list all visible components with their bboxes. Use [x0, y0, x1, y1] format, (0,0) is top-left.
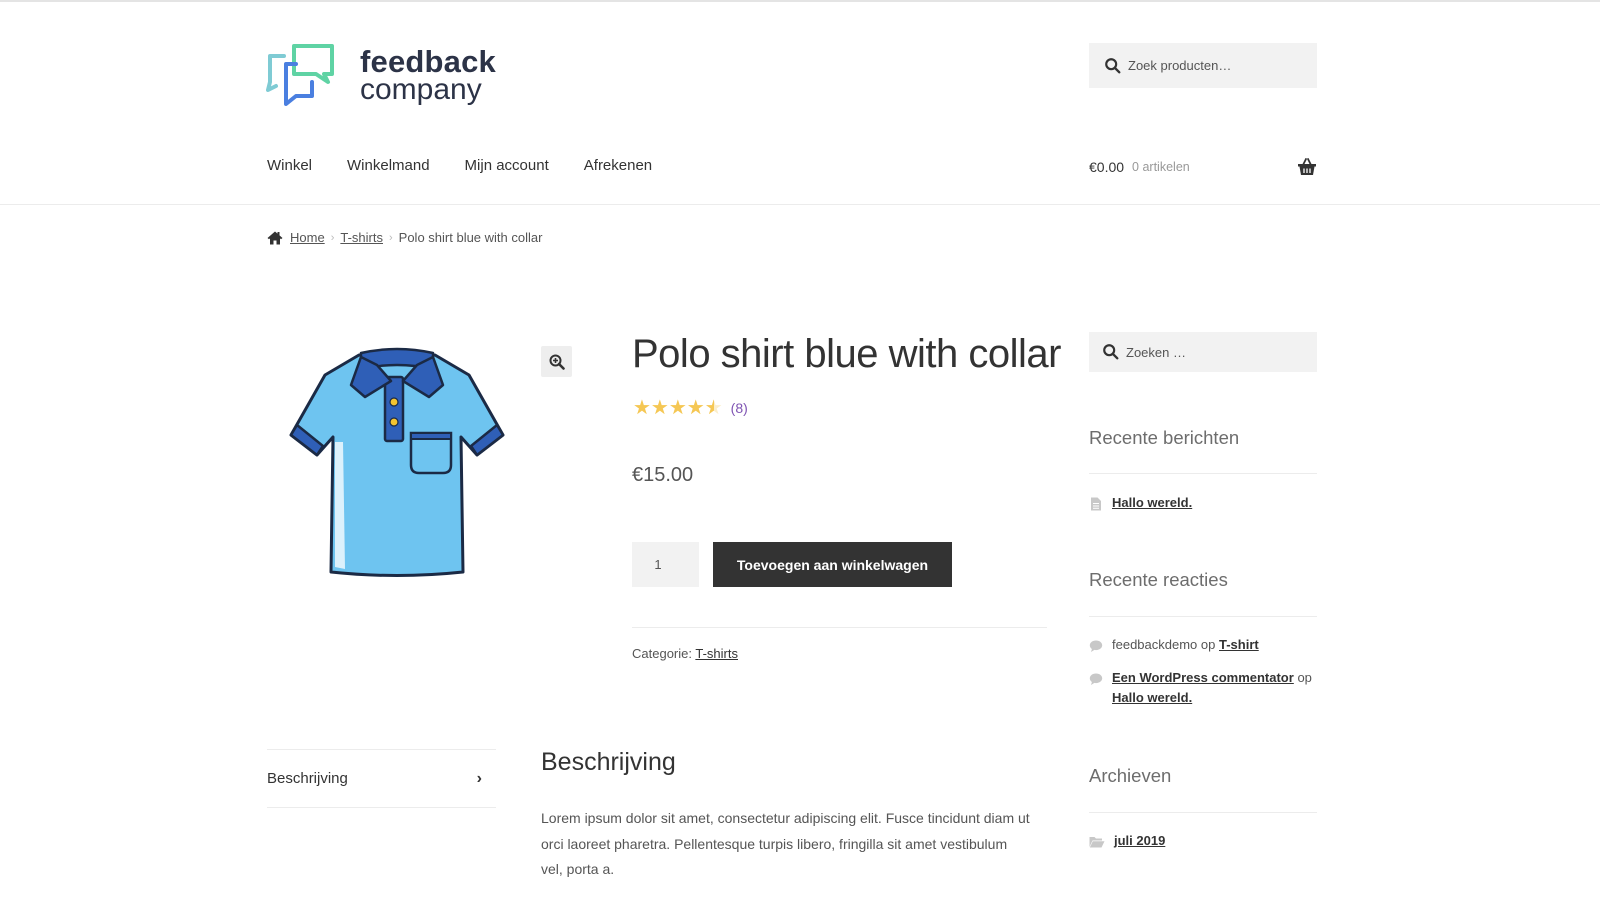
- nav-item-winkel[interactable]: Winkel: [267, 157, 312, 174]
- document-icon: [1091, 497, 1101, 511]
- comment-author: feedbackdemo: [1112, 637, 1198, 652]
- product-price: €15.00: [632, 464, 694, 486]
- archive-link[interactable]: juli 2019: [1114, 831, 1165, 851]
- description-title: Beschrijving: [541, 748, 676, 776]
- comment-bubble-icon: [1089, 673, 1103, 685]
- recent-post-item: Hallo wereld.: [1089, 493, 1192, 513]
- summary-divider: [632, 627, 1047, 628]
- sidebar-search-input[interactable]: [1126, 344, 1306, 360]
- logo-text-line2: company: [360, 72, 482, 106]
- recent-posts-title: Recente berichten: [1089, 427, 1240, 448]
- archives-title: Archieven: [1089, 765, 1172, 786]
- sidebar-search-box: [1089, 332, 1317, 372]
- main-navigation: Winkel Winkelmand Mijn account Afrekenen: [267, 157, 687, 174]
- quantity-input[interactable]: [632, 542, 699, 587]
- product-image-polo-shirt[interactable]: [287, 347, 507, 582]
- product-rating: ★★★★★ ★★★★★ (8): [633, 398, 748, 418]
- archive-item: juli 2019: [1089, 831, 1165, 851]
- comment-connector: op: [1200, 637, 1216, 652]
- search-icon: [1103, 344, 1119, 360]
- product-title: Polo shirt blue with collar: [632, 332, 1061, 376]
- breadcrumb-separator: ›: [330, 231, 335, 244]
- stars-filled: ★★★★★: [633, 398, 714, 418]
- review-count-link[interactable]: (8): [731, 400, 748, 416]
- product-category: Categorie: T-shirts: [632, 646, 738, 661]
- description-text: Lorem ipsum dolor sit amet, consectetur …: [541, 810, 1030, 877]
- chevron-right-icon: ›: [476, 769, 482, 787]
- tab-label: Beschrijving: [267, 770, 348, 787]
- widget-divider: [1089, 473, 1317, 474]
- nav-item-winkelmand[interactable]: Winkelmand: [347, 157, 430, 174]
- comment-post-link[interactable]: Hallo wereld.: [1112, 690, 1192, 705]
- header-divider: [0, 204, 1600, 205]
- nav-item-mijn-account[interactable]: Mijn account: [465, 157, 549, 174]
- logo-text-line1: feedback: [360, 43, 496, 79]
- comment-connector: op: [1297, 670, 1312, 685]
- mini-cart[interactable]: €0.00 0 artikelen: [1089, 158, 1317, 176]
- comment-author-link[interactable]: Een WordPress commentator: [1112, 670, 1294, 685]
- recent-post-link[interactable]: Hallo wereld.: [1112, 493, 1192, 513]
- folder-open-icon: [1089, 837, 1105, 848]
- comment-post-link[interactable]: T-shirt: [1219, 637, 1259, 652]
- breadcrumb-tshirts[interactable]: T-shirts: [340, 230, 383, 245]
- breadcrumb-separator: ›: [388, 231, 393, 244]
- product-search-box: [1089, 43, 1317, 88]
- zoom-in-icon: [549, 354, 565, 370]
- category-label: Categorie:: [632, 646, 692, 661]
- breadcrumb: Home › T-shirts › Polo shirt blue with c…: [267, 230, 542, 245]
- home-icon: [267, 231, 283, 244]
- recent-comments-title: Recente reacties: [1089, 569, 1228, 590]
- product-search-input[interactable]: [1128, 58, 1308, 73]
- recent-comment-item: Een WordPress commentator op Hallo werel…: [1089, 670, 1317, 708]
- recent-comment-item: feedbackdemo op T-shirt: [1089, 637, 1259, 655]
- basket-icon[interactable]: [1297, 158, 1317, 176]
- image-zoom-button[interactable]: [541, 346, 572, 377]
- cart-amount: €0.00: [1089, 159, 1125, 175]
- logo-speech-bubbles-icon: [266, 44, 334, 106]
- widget-divider: [1089, 616, 1317, 617]
- star-rating-icon: ★★★★★ ★★★★★: [633, 398, 723, 418]
- category-link[interactable]: T-shirts: [695, 646, 738, 661]
- add-to-cart-button[interactable]: Toevoegen aan winkelwagen: [713, 542, 952, 587]
- tab-beschrijving[interactable]: Beschrijving ›: [267, 749, 496, 808]
- nav-item-afrekenen[interactable]: Afrekenen: [584, 157, 652, 174]
- breadcrumb-current: Polo shirt blue with collar: [398, 230, 543, 245]
- site-logo[interactable]: feedback company: [266, 42, 496, 108]
- widget-divider: [1089, 812, 1317, 813]
- breadcrumb-home[interactable]: Home: [290, 230, 325, 245]
- search-icon: [1105, 57, 1121, 73]
- comment-bubble-icon: [1089, 640, 1103, 652]
- cart-item-count: 0 artikelen: [1132, 160, 1190, 174]
